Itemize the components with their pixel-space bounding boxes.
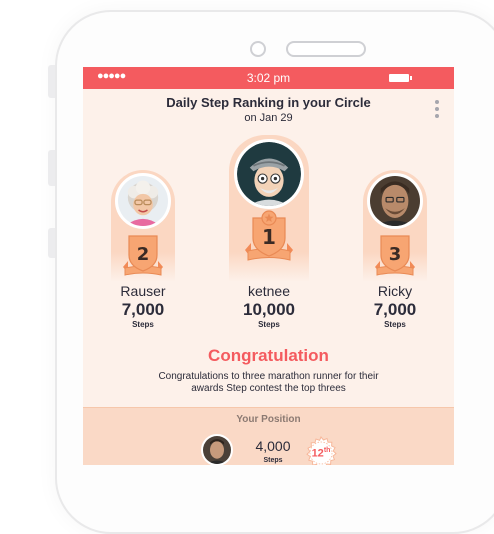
rank-number-3: 3 <box>389 244 402 265</box>
avatar-ricky[interactable] <box>367 173 423 229</box>
podium-steps-label: Steps <box>258 320 280 329</box>
your-position-steps: 4,000 <box>255 438 291 454</box>
side-button-1 <box>48 65 55 98</box>
rank-number-2: 2 <box>137 244 150 265</box>
rank-badge-1: 1 <box>243 210 295 266</box>
avatar-rauser[interactable] <box>115 173 171 229</box>
congratulation-title: Congratulation <box>208 346 329 365</box>
page-date: on Jan 29 <box>244 112 293 124</box>
podium-steps-label: Steps <box>384 320 406 329</box>
podium-name-ricky: Ricky <box>377 283 413 299</box>
avatar-your-position[interactable] <box>201 434 233 465</box>
status-bar: ●●●●● 3:02 pm <box>83 67 454 89</box>
speaker-grille <box>286 41 366 57</box>
rank-badge-3: 3 <box>372 233 418 279</box>
app-screen: ●●●●● 3:02 pm Daily Step Ranking in your… <box>83 67 454 465</box>
side-button-3 <box>48 228 55 258</box>
your-position-title: Your Position <box>236 414 301 425</box>
more-options-icon[interactable] <box>435 100 441 120</box>
podium-name-ketnee: ketnee <box>247 283 291 299</box>
your-position-panel: Your Position 4,000 Steps 12th <box>83 407 454 465</box>
podium-steps-label: Steps <box>132 320 154 329</box>
camera-icon <box>250 41 266 57</box>
rank-number-1: 1 <box>262 225 276 249</box>
podium-steps-ketnee: 10,000 <box>243 300 295 319</box>
rank-badge-2: 2 <box>120 233 166 279</box>
podium-steps-rauser: 7,000 <box>121 300 165 319</box>
podium-steps-ricky: 7,000 <box>373 300 417 319</box>
your-position-steps-label: Steps <box>263 457 283 464</box>
page-title: Daily Step Ranking in your Circle <box>166 95 371 110</box>
congratulation-message: Congratulations to three marathon runner… <box>158 371 379 394</box>
side-button-2 <box>48 150 55 186</box>
podium-name-rauser: Rauser <box>120 283 166 299</box>
battery-icon <box>389 74 412 82</box>
avatar-ketnee[interactable] <box>234 139 304 209</box>
your-position-rank: 12th <box>311 447 331 460</box>
